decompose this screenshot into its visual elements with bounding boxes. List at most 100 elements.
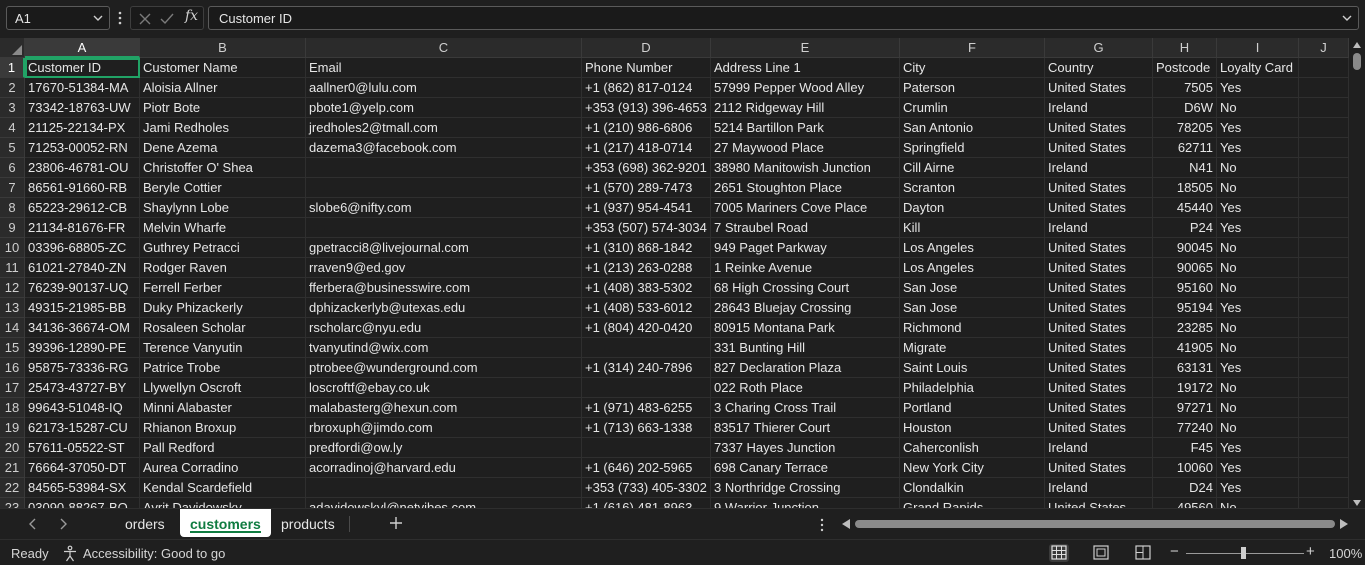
table-cell[interactable]: Yes (1217, 358, 1299, 378)
table-cell[interactable] (1299, 378, 1349, 398)
table-cell[interactable]: gpetracci8@livejournal.com (306, 238, 582, 258)
table-cell[interactable] (1299, 98, 1349, 118)
row-header[interactable]: 5 (0, 138, 25, 158)
column-header-e[interactable]: E (711, 38, 900, 58)
scroll-left-icon[interactable] (842, 519, 850, 529)
table-cell[interactable]: Rosaleen Scholar (140, 318, 306, 338)
table-cell[interactable]: 827 Declaration Plaza (711, 358, 900, 378)
table-cell[interactable]: 23285 (1153, 318, 1217, 338)
row-header[interactable]: 23 (0, 498, 25, 508)
table-cell[interactable]: tvanyutind@wix.com (306, 338, 582, 358)
table-cell[interactable]: Patrice Trobe (140, 358, 306, 378)
zoom-in-button[interactable]: + (1306, 544, 1318, 559)
table-cell[interactable]: Paterson (900, 78, 1045, 98)
header-cell[interactable]: Customer Name (140, 58, 306, 78)
column-header-b[interactable]: B (140, 38, 306, 58)
table-cell[interactable]: 62711 (1153, 138, 1217, 158)
table-cell[interactable]: United States (1045, 298, 1153, 318)
table-cell[interactable] (1299, 418, 1349, 438)
table-cell[interactable] (1299, 238, 1349, 258)
row-header[interactable]: 6 (0, 158, 25, 178)
table-cell[interactable]: Aurea Corradino (140, 458, 306, 478)
header-cell[interactable]: Phone Number (582, 58, 711, 78)
table-cell[interactable]: pbote1@yelp.com (306, 98, 582, 118)
table-cell[interactable]: San Jose (900, 278, 1045, 298)
table-cell[interactable]: rraven9@ed.gov (306, 258, 582, 278)
table-cell[interactable]: +1 (616) 481-8963 (582, 498, 711, 508)
column-header-g[interactable]: G (1045, 38, 1153, 58)
table-cell[interactable]: +1 (971) 483-6255 (582, 398, 711, 418)
table-cell[interactable]: D24 (1153, 478, 1217, 498)
row-header[interactable]: 18 (0, 398, 25, 418)
table-cell[interactable]: Yes (1217, 138, 1299, 158)
table-cell[interactable]: 03396-68805-ZC (25, 238, 140, 258)
header-cell[interactable]: Address Line 1 (711, 58, 900, 78)
table-cell[interactable]: 17670-51384-MA (25, 78, 140, 98)
row-header[interactable]: 13 (0, 298, 25, 318)
row-header[interactable]: 21 (0, 458, 25, 478)
table-cell[interactable]: Avrit Davidowsky (140, 498, 306, 508)
table-cell[interactable] (1299, 478, 1349, 498)
table-cell[interactable] (306, 218, 582, 238)
table-cell[interactable]: +1 (408) 383-5302 (582, 278, 711, 298)
table-cell[interactable]: No (1217, 498, 1299, 508)
header-cell[interactable]: City (900, 58, 1045, 78)
table-cell[interactable]: +1 (570) 289-7473 (582, 178, 711, 198)
table-cell[interactable]: No (1217, 258, 1299, 278)
table-cell[interactable]: rscholarc@nyu.edu (306, 318, 582, 338)
table-cell[interactable]: 45440 (1153, 198, 1217, 218)
row-header[interactable]: 7 (0, 178, 25, 198)
table-cell[interactable]: Cill Airne (900, 158, 1045, 178)
table-cell[interactable] (1299, 338, 1349, 358)
table-cell[interactable]: 61021-27840-ZN (25, 258, 140, 278)
table-cell[interactable]: Piotr Bote (140, 98, 306, 118)
row-header[interactable]: 15 (0, 338, 25, 358)
header-cell[interactable]: Country (1045, 58, 1153, 78)
table-cell[interactable]: malabasterg@hexun.com (306, 398, 582, 418)
table-cell[interactable]: Grand Rapids (900, 498, 1045, 508)
table-cell[interactable] (1299, 198, 1349, 218)
table-cell[interactable]: United States (1045, 338, 1153, 358)
table-cell[interactable] (1299, 78, 1349, 98)
table-cell[interactable] (1299, 298, 1349, 318)
table-cell[interactable] (306, 178, 582, 198)
table-cell[interactable]: dazema3@facebook.com (306, 138, 582, 158)
scroll-up-icon[interactable] (1353, 42, 1361, 48)
table-cell[interactable]: Ireland (1045, 478, 1153, 498)
table-cell[interactable]: Yes (1217, 478, 1299, 498)
zoom-level[interactable]: 100% (1329, 546, 1362, 561)
select-all-button[interactable] (0, 38, 25, 58)
expand-formula-icon[interactable] (1340, 10, 1354, 26)
table-cell[interactable]: 90045 (1153, 238, 1217, 258)
table-cell[interactable]: 2651 Stoughton Place (711, 178, 900, 198)
table-cell[interactable]: predfordi@ow.ly (306, 438, 582, 458)
table-cell[interactable]: United States (1045, 238, 1153, 258)
table-cell[interactable]: Dene Azema (140, 138, 306, 158)
table-cell[interactable]: 97271 (1153, 398, 1217, 418)
sheet-tab-customers[interactable]: customers (180, 509, 271, 537)
table-cell[interactable]: jredholes2@tmall.com (306, 118, 582, 138)
row-header[interactable]: 14 (0, 318, 25, 338)
chevron-down-icon[interactable] (91, 10, 105, 26)
table-cell[interactable]: United States (1045, 278, 1153, 298)
row-header[interactable]: 16 (0, 358, 25, 378)
table-cell[interactable]: Kill (900, 218, 1045, 238)
table-cell[interactable]: Yes (1217, 78, 1299, 98)
column-header-i[interactable]: I (1217, 38, 1299, 58)
table-cell[interactable] (1299, 218, 1349, 238)
table-cell[interactable]: loscroftf@ebay.co.uk (306, 378, 582, 398)
table-cell[interactable] (1299, 118, 1349, 138)
table-cell[interactable]: +1 (713) 663-1338 (582, 418, 711, 438)
table-cell[interactable]: F45 (1153, 438, 1217, 458)
table-cell[interactable] (306, 158, 582, 178)
table-cell[interactable]: +353 (698) 362-9201 (582, 158, 711, 178)
table-cell[interactable]: D6W (1153, 98, 1217, 118)
table-cell[interactable]: No (1217, 398, 1299, 418)
table-cell[interactable]: 41905 (1153, 338, 1217, 358)
table-cell[interactable]: United States (1045, 358, 1153, 378)
table-cell[interactable]: +1 (408) 533-6012 (582, 298, 711, 318)
table-cell[interactable]: 73342-18763-UW (25, 98, 140, 118)
chevron-left-icon[interactable] (26, 517, 40, 531)
table-cell[interactable]: No (1217, 278, 1299, 298)
table-cell[interactable]: Scranton (900, 178, 1045, 198)
